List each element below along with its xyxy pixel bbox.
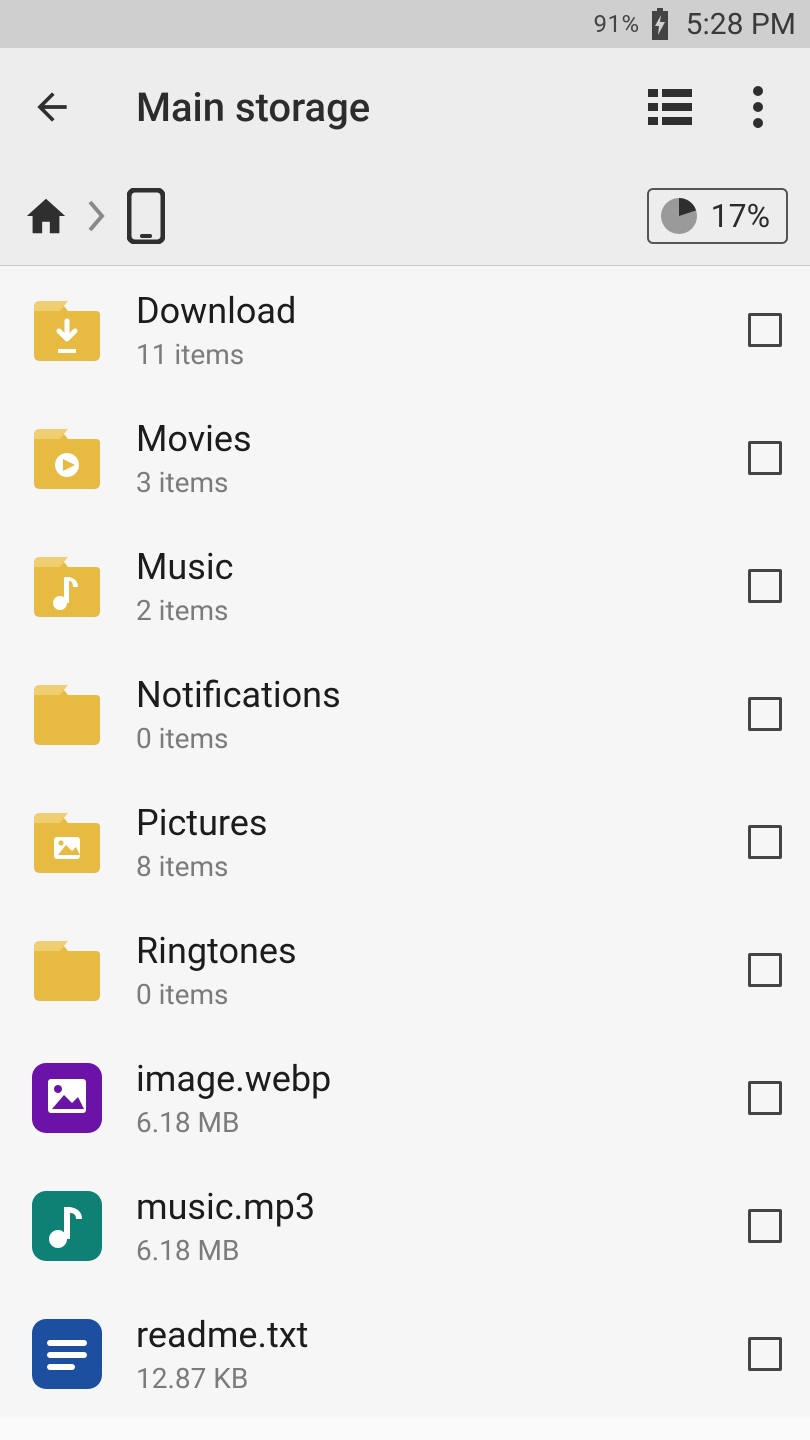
list-item[interactable]: Pictures 8 items bbox=[0, 778, 810, 906]
item-subtext: 0 items bbox=[136, 978, 718, 1011]
file-list: Download 11 items Movies 3 items Music 2… bbox=[0, 266, 810, 1418]
folder-plain-icon bbox=[28, 675, 106, 753]
folder-music-icon bbox=[28, 547, 106, 625]
app-bar: Main storage bbox=[0, 48, 810, 166]
pie-chart-icon bbox=[659, 196, 699, 236]
item-name: image.webp bbox=[136, 1058, 718, 1100]
item-name: Pictures bbox=[136, 802, 718, 844]
list-item[interactable]: Ringtones 0 items bbox=[0, 906, 810, 1034]
item-checkbox[interactable] bbox=[748, 1209, 782, 1243]
clock: 5:28 PM bbox=[686, 7, 796, 42]
list-item[interactable]: Movies 3 items bbox=[0, 394, 810, 522]
home-icon bbox=[23, 193, 69, 239]
item-subtext: 11 items bbox=[136, 338, 718, 371]
folder-plain-icon bbox=[28, 931, 106, 1009]
item-checkbox[interactable] bbox=[748, 313, 782, 347]
item-checkbox[interactable] bbox=[748, 953, 782, 987]
item-subtext: 2 items bbox=[136, 594, 718, 627]
overflow-menu-button[interactable] bbox=[734, 83, 782, 131]
file-audio-icon bbox=[28, 1187, 106, 1265]
item-name: Download bbox=[136, 290, 718, 332]
item-checkbox[interactable] bbox=[748, 1337, 782, 1371]
item-subtext: 8 items bbox=[136, 850, 718, 883]
list-item[interactable]: Notifications 0 items bbox=[0, 650, 810, 778]
item-subtext: 12.87 KB bbox=[136, 1362, 718, 1395]
list-item[interactable]: readme.txt 12.87 KB bbox=[0, 1290, 810, 1418]
file-text-icon bbox=[28, 1315, 106, 1393]
item-name: music.mp3 bbox=[136, 1186, 718, 1228]
item-checkbox[interactable] bbox=[748, 697, 782, 731]
list-item[interactable]: Music 2 items bbox=[0, 522, 810, 650]
page-title: Main storage bbox=[136, 84, 606, 131]
item-checkbox[interactable] bbox=[748, 441, 782, 475]
item-checkbox[interactable] bbox=[748, 1081, 782, 1115]
folder-download-icon bbox=[28, 291, 106, 369]
item-checkbox[interactable] bbox=[748, 569, 782, 603]
list-item[interactable]: image.webp 6.18 MB bbox=[0, 1034, 810, 1162]
status-bar: 91% 5:28 PM bbox=[0, 0, 810, 48]
list-view-icon bbox=[648, 87, 692, 127]
file-image-icon bbox=[28, 1059, 106, 1137]
item-subtext: 3 items bbox=[136, 466, 718, 499]
item-subtext: 6.18 MB bbox=[136, 1106, 718, 1139]
chevron-right-icon bbox=[84, 196, 108, 236]
battery-charging-icon bbox=[650, 8, 670, 40]
folder-picture-icon bbox=[28, 803, 106, 881]
folder-play-icon bbox=[28, 419, 106, 497]
item-name: readme.txt bbox=[136, 1314, 718, 1356]
breadcrumb-device[interactable] bbox=[122, 192, 170, 240]
breadcrumb-bar: 17% bbox=[0, 166, 810, 266]
back-button[interactable] bbox=[28, 83, 76, 131]
more-vert-icon bbox=[752, 85, 764, 129]
item-subtext: 0 items bbox=[136, 722, 718, 755]
phone-icon bbox=[127, 188, 165, 244]
storage-usage-badge[interactable]: 17% bbox=[647, 188, 788, 244]
list-item[interactable]: music.mp3 6.18 MB bbox=[0, 1162, 810, 1290]
arrow-left-icon bbox=[30, 85, 74, 129]
view-toggle-button[interactable] bbox=[646, 83, 694, 131]
storage-usage-label: 17% bbox=[711, 197, 770, 235]
item-name: Notifications bbox=[136, 674, 718, 716]
item-name: Music bbox=[136, 546, 718, 588]
item-name: Ringtones bbox=[136, 930, 718, 972]
item-name: Movies bbox=[136, 418, 718, 460]
battery-percent: 91% bbox=[594, 10, 640, 38]
item-subtext: 6.18 MB bbox=[136, 1234, 718, 1267]
item-checkbox[interactable] bbox=[748, 825, 782, 859]
breadcrumb-home[interactable] bbox=[22, 192, 70, 240]
list-item[interactable]: Download 11 items bbox=[0, 266, 810, 394]
